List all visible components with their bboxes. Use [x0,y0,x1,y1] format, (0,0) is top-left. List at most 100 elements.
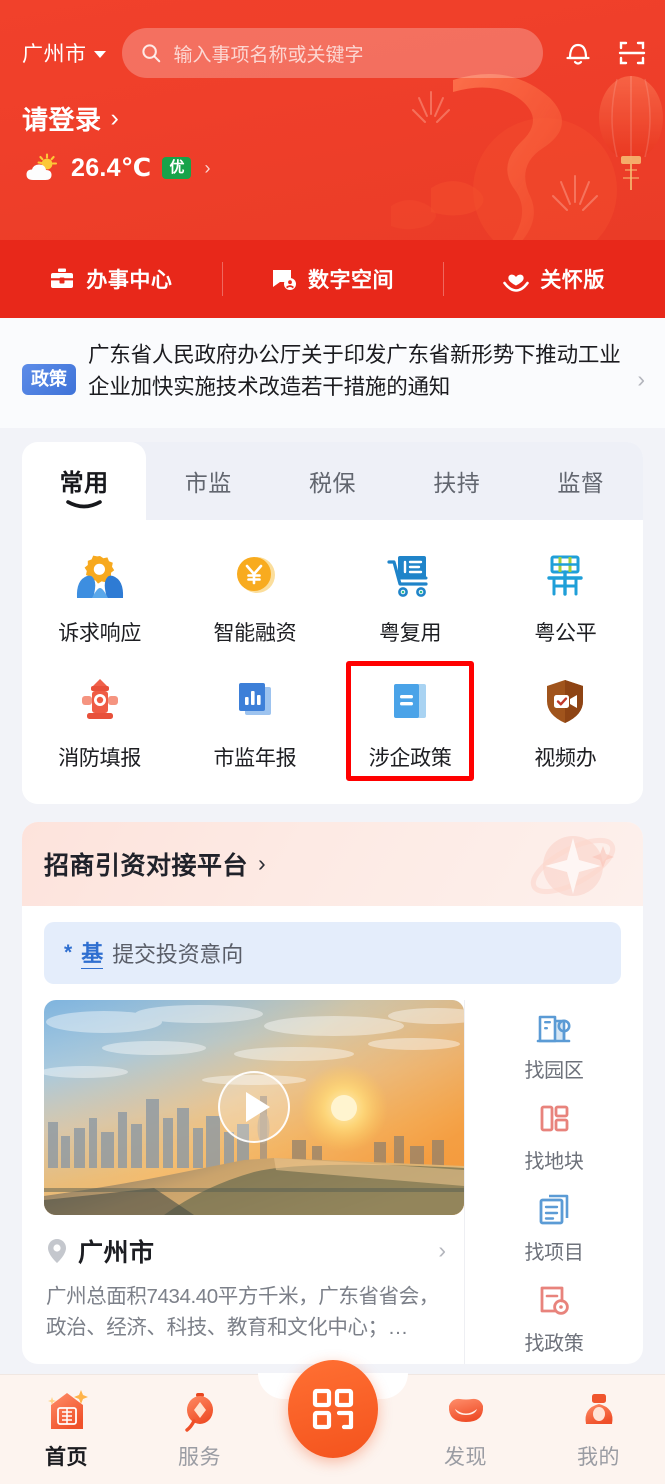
service-item-label: 市监年报 [213,746,297,770]
policy-search-icon [540,1286,569,1315]
service-tabs: 常用 市监 税保 扶持 监督 [22,441,643,520]
investment-card-chevron-icon: › [258,850,266,877]
tab-wode[interactable]: 我的 [532,1374,665,1471]
briefcase-icon [51,268,74,288]
service-item-sheqizhengce[interactable]: 涉企政策 [333,659,488,781]
service-item-label: 智能融资 [213,621,297,645]
tab-shuibao[interactable]: 税保 [270,442,394,520]
chevron-down-icon [93,51,106,58]
submit-investment-intent-button[interactable]: * 基 提交投资意向 [44,921,621,984]
tab-label: 市监 [184,469,232,496]
service-item-label: 诉求响应 [58,621,142,645]
quick-action-shuzikongjian[interactable]: 数字空间 [221,240,444,318]
service-item-label: 消防填报 [58,746,142,770]
scan-code-icon[interactable] [617,38,647,68]
side-link-zhaoyuanqu[interactable]: 找园区 [465,1002,643,1091]
lantern-service-icon [184,1393,213,1432]
tab-label: 首页 [45,1446,88,1469]
quick-action-guanhuaiban[interactable]: 关怀版 [443,240,665,318]
bell-icon[interactable] [563,37,593,69]
side-link-zhaozhengce[interactable]: 找政策 [465,1275,643,1364]
city-video-player[interactable] [44,999,464,1215]
tab-fuwu[interactable]: 服务 [133,1374,266,1471]
service-item-label: 涉企政策 [368,746,452,770]
weather-temperature: 26.4℃ [71,154,152,182]
service-item-zhinengrongzi[interactable]: 智能融资 [177,534,332,655]
tab-label: 税保 [309,469,356,496]
side-link-zhaodikuai[interactable]: 找地块 [465,1093,643,1182]
quick-action-bar: 办事中心 数字空间 关怀版 [0,240,665,318]
tab-label: 服务 [178,1446,221,1469]
gear-in-hands-icon [76,555,123,598]
search-input[interactable]: 输入事项名称或关键字 [121,28,543,78]
tab-jiandu[interactable]: 监督 [519,442,643,520]
tab-faxian[interactable]: 发现 [399,1374,532,1471]
profile-figure-icon [585,1394,612,1424]
service-item-yuegongping[interactable]: 粤公平 [488,534,643,655]
fire-hydrant-icon [81,678,118,719]
service-item-xiaofangtianbao[interactable]: 消防填报 [22,659,177,780]
side-link-label: 找园区 [524,1059,584,1082]
service-grid: 诉求响应 智能融资 粤复用 粤公平 消防填报 市监年报 涉企政策 视频办 [22,519,643,804]
chevron-right-icon: › [110,104,119,132]
bottom-tab-bar: 首页 服务 发现 我的 [0,1360,665,1484]
header-icon-group [563,37,647,69]
service-item-shijiannianbao[interactable]: 市监年报 [177,659,332,780]
investment-card-header[interactable]: 招商引资对接平台 › [22,821,643,906]
policy-badge: 政策 [22,364,76,396]
intent-tag: 基 [81,936,104,970]
sparkle-icon [530,835,616,896]
header-top-row: 广州市 输入事项名称或关键字 [0,0,665,78]
login-prompt[interactable]: 请登录 › [0,78,665,137]
tab-changyong[interactable]: 常用 [22,441,147,520]
service-item-label: 视频办 [534,746,597,770]
app-screen: 广州市 输入事项名称或关键字 请登录 › 26.4℃ 优 › 办事中心 数字空间… [0,0,665,1484]
yuan-coin-icon [236,556,275,593]
tab-label: 监督 [557,469,605,496]
service-item-yuefuyong[interactable]: 粤复用 [333,534,488,655]
tab-label: 我的 [577,1446,620,1469]
play-button-icon[interactable] [218,1071,290,1144]
service-card: 常用 市监 税保 扶持 监督 诉求响应 智能融资 粤复用 粤公平 消防填报 市监… [22,441,643,804]
shopping-cart-doc-icon [387,555,428,597]
side-link-zhaoxiangmu[interactable]: 找项目 [465,1184,643,1273]
bar-chart-report-icon [238,682,271,715]
tab-scan-fab[interactable] [287,1360,378,1458]
tab-label: 常用 [59,470,109,498]
building-search-icon [536,1015,571,1042]
policy-chevron-icon: › [637,366,645,392]
city-info-row[interactable]: 广州市 › [44,1215,464,1269]
home-lantern-icon [47,1390,88,1429]
investment-side-links: 找园区 找地块 找项目 找政策 [464,999,643,1364]
service-item-suqiuxiangying[interactable]: 诉求响应 [22,534,177,655]
policy-title: 广东省人民政府办公厅关于印发广东省新形势下推动工业企业加快实施技术改造若干措施的… [88,343,621,399]
service-item-shipinban[interactable]: 视频办 [488,659,643,780]
location-pin-icon [48,1238,66,1263]
weather-widget[interactable]: 26.4℃ 优 › [0,137,665,183]
side-link-label: 找政策 [524,1332,584,1355]
policy-banner[interactable]: 政策 广东省人民政府办公厅关于印发广东省新形势下推动工业企业加快实施技术改造若干… [22,340,645,404]
quick-action-banshizhongxin[interactable]: 办事中心 [0,240,222,318]
play-triangle [245,1092,270,1123]
service-item-label: 粤公平 [534,621,597,645]
air-quality-badge: 优 [162,156,192,180]
city-name-title: 广州市 [78,1238,155,1267]
tab-shouye[interactable]: 首页 [0,1374,133,1471]
service-item-label: 粤复用 [379,621,442,645]
tab-fuchi[interactable]: 扶持 [395,442,519,520]
project-doc-icon [539,1194,569,1225]
investment-card-left: 广州市 › 广州总面积7434.40平方千米，广东省省会，政治、经济、科技、教育… [22,999,464,1364]
tab-shijian[interactable]: 市监 [146,442,270,520]
investment-card-body: 广州市 › 广州总面积7434.40平方千米，广东省省会，政治、经济、科技、教育… [22,984,643,1364]
heart-in-hand-icon [503,274,530,292]
investment-card-title: 招商引资对接平台 [44,851,249,880]
policy-banner-section: 政策 广东省人民政府办公厅关于印发广东省新形势下推动工业企业加快实施技术改造若干… [0,318,665,428]
city-description: 广州总面积7434.40平方千米，广东省省会，政治、经济、科技、教育和文化中心；… [46,1284,439,1339]
chat-square-icon [273,270,296,290]
sun-cloud-icon [26,153,58,180]
required-asterisk: * [64,940,73,964]
tab-label: 发现 [444,1446,487,1469]
land-parcel-icon [540,1105,569,1132]
city-selector[interactable]: 广州市 [22,38,106,68]
gold-ingot-discover-icon [448,1398,483,1422]
